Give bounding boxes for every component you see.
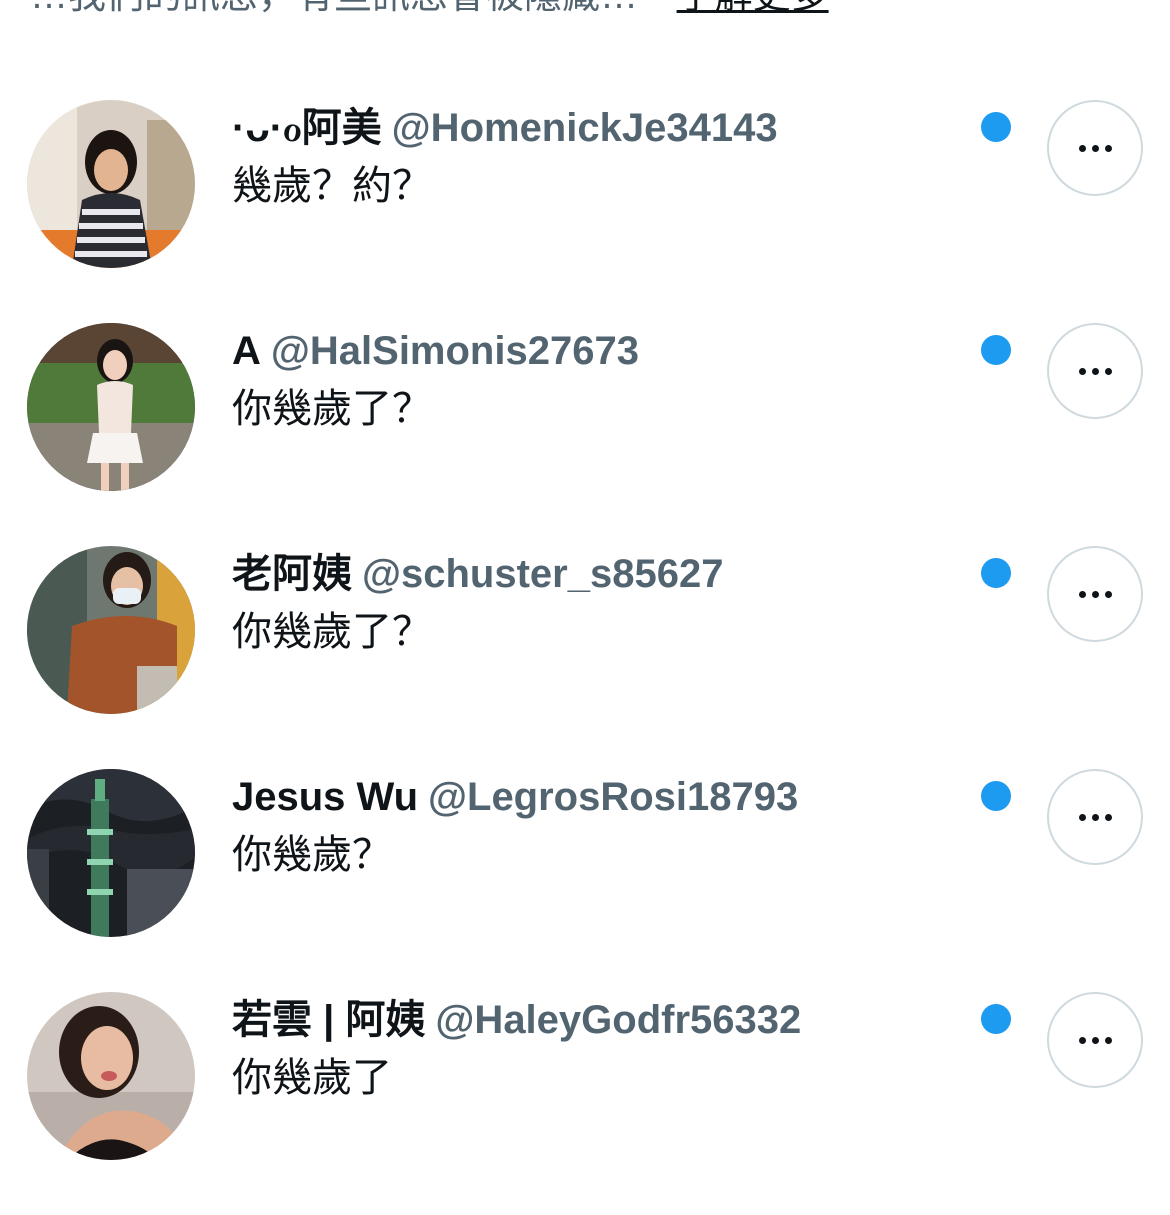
avatar-image bbox=[27, 769, 195, 937]
more-horizontal-icon bbox=[1078, 590, 1112, 598]
avatar-image bbox=[27, 100, 195, 268]
display-name: 若雲 | 阿姨 bbox=[232, 998, 426, 1042]
unread-dot-icon bbox=[981, 1004, 1011, 1034]
message-preview: 你幾歲了 bbox=[232, 1056, 392, 1100]
unread-dot-icon bbox=[981, 781, 1011, 811]
more-options-button[interactable] bbox=[1047, 769, 1143, 865]
more-horizontal-icon bbox=[1078, 144, 1112, 152]
avatar-image bbox=[27, 992, 195, 1160]
display-name: 老阿姨 bbox=[232, 552, 352, 596]
conversation-text: ·ᴗ·ℴ阿美 @HomenickJe34143 幾歲？約？ bbox=[232, 102, 952, 212]
message-preview: 你幾歲了？ bbox=[232, 387, 432, 431]
sender-line: Jesus Wu @LegrosRosi18793 bbox=[232, 771, 952, 823]
message-preview: 你幾歲了？ bbox=[232, 610, 432, 654]
message-preview: 幾歲？約？ bbox=[232, 164, 432, 208]
conversation-row[interactable]: Jesus Wu @LegrosRosi18793 你幾歲？ bbox=[0, 769, 1170, 992]
more-options-button[interactable] bbox=[1047, 323, 1143, 419]
more-horizontal-icon bbox=[1078, 367, 1112, 375]
learn-more-link[interactable]: 了解更多 bbox=[677, 0, 829, 17]
conversation-text: 老阿姨 @schuster_s85627 你幾歲了？ bbox=[232, 548, 952, 658]
display-name: A bbox=[232, 329, 261, 373]
conversation-text: 若雲 | 阿姨 @HaleyGodfr56332 你幾歲了 bbox=[232, 994, 952, 1104]
more-options-button[interactable] bbox=[1047, 992, 1143, 1088]
display-name: ·ᴗ·ℴ阿美 bbox=[232, 106, 382, 150]
more-horizontal-icon bbox=[1078, 813, 1112, 821]
more-horizontal-icon bbox=[1078, 1036, 1112, 1044]
unread-dot-icon bbox=[981, 558, 1011, 588]
conversation-row[interactable]: 老阿姨 @schuster_s85627 你幾歲了？ bbox=[0, 546, 1170, 769]
unread-dot-icon bbox=[981, 112, 1011, 142]
avatar[interactable] bbox=[27, 992, 195, 1160]
more-options-button[interactable] bbox=[1047, 546, 1143, 642]
avatar-image bbox=[27, 323, 195, 491]
user-handle: @schuster_s85627 bbox=[362, 552, 724, 596]
avatar-image bbox=[27, 546, 195, 714]
header-info-text: …我們的訊息，有些訊息會被隱藏… bbox=[30, 0, 638, 17]
sender-line: 老阿姨 @schuster_s85627 bbox=[232, 548, 952, 600]
user-handle: @HaleyGodfr56332 bbox=[435, 998, 802, 1042]
conversation-text: A @HalSimonis27673 你幾歲了？ bbox=[232, 325, 952, 435]
conversation-row[interactable]: 若雲 | 阿姨 @HaleyGodfr56332 你幾歲了 bbox=[0, 992, 1170, 1215]
user-handle: @HalSimonis27673 bbox=[270, 329, 639, 373]
unread-dot-icon bbox=[981, 335, 1011, 365]
avatar[interactable] bbox=[27, 323, 195, 491]
conversation-text: Jesus Wu @LegrosRosi18793 你幾歲？ bbox=[232, 771, 952, 881]
display-name: Jesus Wu bbox=[232, 775, 418, 819]
sender-line: ·ᴗ·ℴ阿美 @HomenickJe34143 bbox=[232, 102, 952, 154]
conversation-row[interactable]: A @HalSimonis27673 你幾歲了？ bbox=[0, 323, 1170, 546]
avatar[interactable] bbox=[27, 769, 195, 937]
avatar[interactable] bbox=[27, 546, 195, 714]
sender-line: 若雲 | 阿姨 @HaleyGodfr56332 bbox=[232, 994, 952, 1046]
sender-line: A @HalSimonis27673 bbox=[232, 325, 952, 377]
user-handle: @LegrosRosi18793 bbox=[428, 775, 799, 819]
more-options-button[interactable] bbox=[1047, 100, 1143, 196]
user-handle: @HomenickJe34143 bbox=[391, 106, 778, 150]
header-partial-text: …我們的訊息，有些訊息會被隱藏… 了解更多 bbox=[30, 0, 829, 19]
conversation-row[interactable]: ·ᴗ·ℴ阿美 @HomenickJe34143 幾歲？約？ bbox=[0, 100, 1170, 323]
message-preview: 你幾歲？ bbox=[232, 833, 392, 877]
avatar[interactable] bbox=[27, 100, 195, 268]
